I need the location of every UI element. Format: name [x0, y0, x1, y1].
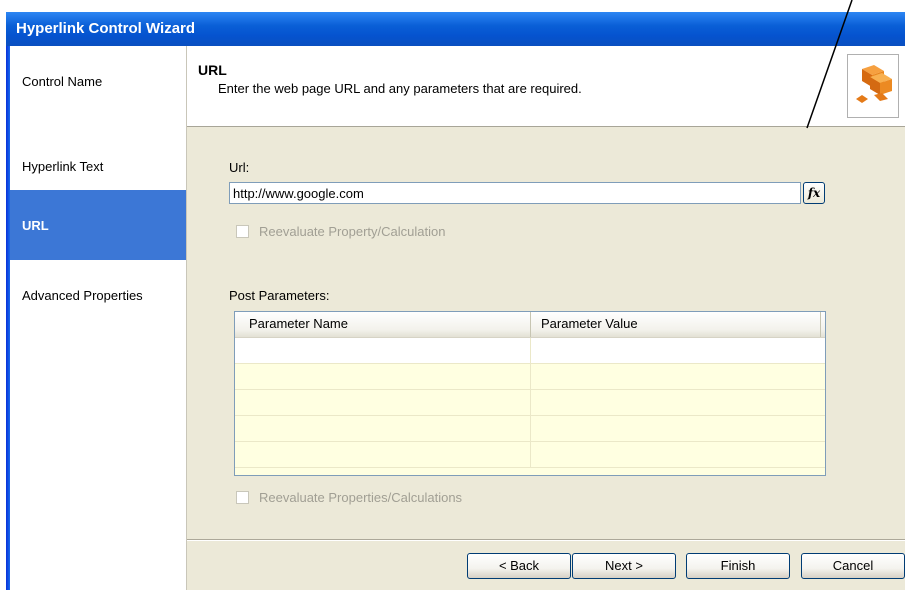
sidebar-item-label: URL [22, 217, 49, 233]
column-header-parameter-name[interactable]: Parameter Name [235, 312, 531, 337]
step-header: URL Enter the web page URL and any param… [187, 46, 905, 127]
parameter-value-cell[interactable] [531, 442, 825, 467]
table-row[interactable] [235, 338, 825, 364]
reevaluate-properties-label: Reevaluate Properties/Calculations [259, 490, 463, 505]
post-parameters-label: Post Parameters: [229, 288, 330, 303]
parameter-name-cell[interactable] [235, 364, 531, 389]
parameter-value-cell[interactable] [531, 416, 825, 441]
table-row[interactable] [235, 416, 825, 442]
parameter-name-cell[interactable] [235, 416, 531, 441]
step-title: URL [198, 62, 227, 78]
parameter-name-cell[interactable] [235, 390, 531, 415]
sidebar-item-url[interactable]: URL [10, 190, 186, 260]
window-title: Hyperlink Control Wizard [6, 12, 905, 46]
grid-header: Parameter Name Parameter Value [235, 312, 825, 338]
sidebar-item-label: Control Name [22, 73, 103, 89]
parameter-value-cell[interactable] [531, 338, 825, 363]
reevaluate-property-checkbox[interactable] [236, 225, 249, 238]
post-parameters-grid[interactable]: Parameter Name Parameter Value [234, 311, 826, 476]
footer-divider [187, 539, 905, 541]
wizard-sidebar: Control Name Hyperlink Text URL Advanced… [10, 46, 187, 590]
orange-cubes-icon [847, 54, 899, 118]
fx-icon: fx [807, 186, 821, 200]
cancel-button[interactable]: Cancel [801, 553, 905, 579]
parameter-name-cell[interactable] [235, 338, 531, 363]
column-header-parameter-value[interactable]: Parameter Value [531, 312, 821, 337]
wizard-window: Hyperlink Control Wizard Control Name Hy… [6, 12, 905, 590]
formula-button[interactable]: fx [803, 182, 825, 204]
table-row[interactable] [235, 442, 825, 468]
finish-button[interactable]: Finish [686, 553, 790, 579]
url-label: Url: [229, 160, 250, 175]
parameter-value-cell[interactable] [531, 390, 825, 415]
next-button[interactable]: Next > [572, 553, 676, 579]
sidebar-item-label: Advanced Properties [22, 287, 143, 303]
step-description: Enter the web page URL and any parameter… [218, 81, 582, 96]
parameter-name-cell[interactable] [235, 442, 531, 467]
reevaluate-properties-checkbox[interactable] [236, 491, 249, 504]
parameter-value-cell[interactable] [531, 364, 825, 389]
table-row[interactable] [235, 364, 825, 390]
sidebar-item-label: Hyperlink Text [22, 158, 104, 174]
sidebar-item-control-name[interactable]: Control Name [10, 46, 186, 116]
back-button[interactable]: < Back [467, 553, 571, 579]
sidebar-item-advanced-properties[interactable]: Advanced Properties [10, 260, 186, 330]
url-input[interactable] [229, 182, 801, 204]
table-row[interactable] [235, 390, 825, 416]
reevaluate-property-label: Reevaluate Property/Calculation [259, 224, 446, 239]
reevaluate-property-checkbox-row[interactable]: Reevaluate Property/Calculation [236, 224, 445, 239]
reevaluate-properties-checkbox-row[interactable]: Reevaluate Properties/Calculations [236, 490, 462, 505]
